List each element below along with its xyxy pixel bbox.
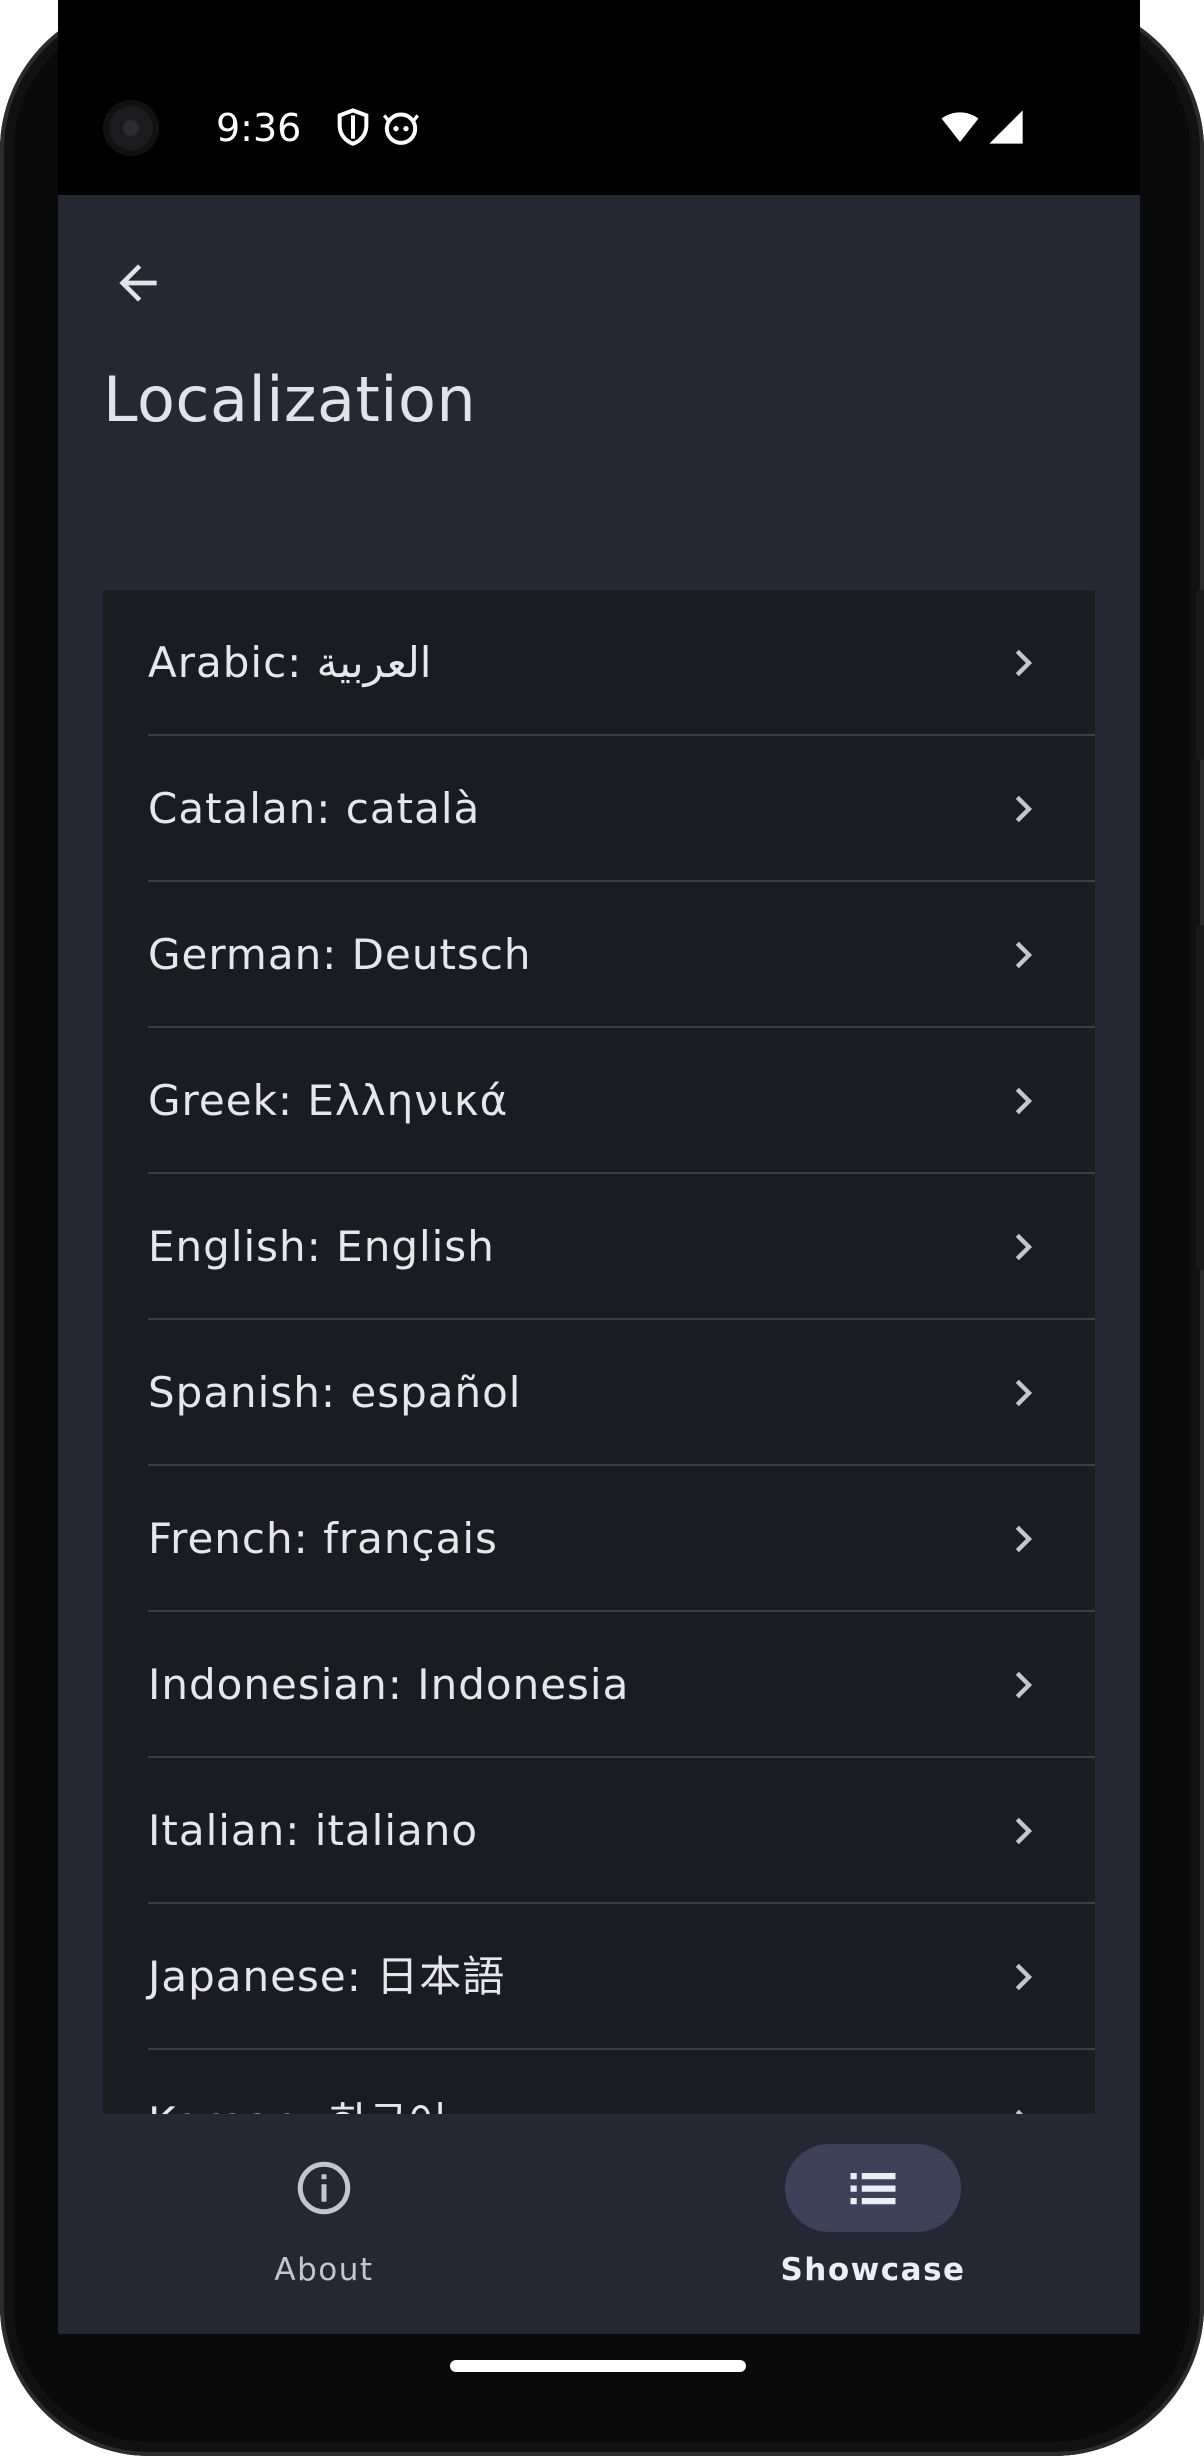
list-item-label: Japanese: 日本語 xyxy=(148,1952,506,2001)
shield-icon xyxy=(337,108,369,146)
nav-label-showcase: Showcase xyxy=(780,2252,966,2288)
nav-item-about[interactable]: About xyxy=(199,2144,449,2294)
wifi-icon xyxy=(941,112,979,142)
list-item-label: Catalan: català xyxy=(148,784,481,833)
chevron-right-icon xyxy=(1015,649,1033,677)
app-content: Localization Arabic: العربية Catalan: ca… xyxy=(58,195,1140,2334)
chevron-right-icon xyxy=(1015,1817,1033,1845)
chevron-right-icon xyxy=(1015,1525,1033,1553)
list-item-indonesian[interactable]: Indonesian: Indonesia xyxy=(103,1612,1095,1758)
chevron-right-icon xyxy=(1015,1671,1033,1699)
device-frame: 9:36 Localization Arabic: العربية Catala… xyxy=(0,0,1204,2456)
signal-icon xyxy=(989,110,1023,144)
list-item-label: Spanish: español xyxy=(148,1368,522,1417)
chevron-right-icon xyxy=(1015,1233,1033,1261)
info-icon xyxy=(297,2161,351,2215)
bottom-navigation: About Showcase xyxy=(58,2114,1140,2334)
nav-item-showcase[interactable]: Showcase xyxy=(748,2144,998,2294)
list-item-greek[interactable]: Greek: Ελληνικά xyxy=(103,1028,1095,1174)
list-item-label: English: English xyxy=(148,1222,495,1271)
list-item-english[interactable]: English: English xyxy=(103,1174,1095,1320)
list-item-german[interactable]: German: Deutsch xyxy=(103,882,1095,1028)
list-item-label: Korean: 한국어 xyxy=(148,2050,448,2114)
list-item-label: German: Deutsch xyxy=(148,930,532,979)
android-icon xyxy=(383,112,419,145)
language-list[interactable]: Arabic: العربية Catalan: català German: … xyxy=(103,590,1095,2114)
list-item-label: French: français xyxy=(148,1514,498,1563)
front-camera xyxy=(103,100,159,156)
status-time: 9:36 xyxy=(216,106,302,150)
list-item-label: Italian: italiano xyxy=(148,1806,479,1855)
home-indicator[interactable] xyxy=(450,2360,746,2372)
list-item-spanish[interactable]: Spanish: español xyxy=(103,1320,1095,1466)
list-item-japanese[interactable]: Japanese: 日本語 xyxy=(103,1904,1095,2050)
arrow-left-icon xyxy=(119,264,157,302)
list-item-label: Greek: Ελληνικά xyxy=(148,1076,509,1125)
back-button[interactable] xyxy=(98,243,178,323)
list-item-label: Arabic: العربية xyxy=(148,638,432,687)
power-button xyxy=(1196,590,1204,760)
chevron-right-icon xyxy=(1015,1963,1033,1991)
status-bar: 9:36 xyxy=(58,0,1140,195)
volume-button xyxy=(1196,925,1204,1270)
list-item-french[interactable]: French: français xyxy=(103,1466,1095,1612)
page-title: Localization xyxy=(103,363,477,436)
screen: 9:36 Localization Arabic: العربية Catala… xyxy=(58,0,1140,2334)
chevron-right-icon xyxy=(1015,795,1033,823)
chevron-right-icon xyxy=(1015,941,1033,969)
list-item-label: Indonesian: Indonesia xyxy=(148,1660,630,1709)
list-icon xyxy=(850,2173,896,2205)
list-item-arabic[interactable]: Arabic: العربية xyxy=(103,590,1095,736)
list-item-italian[interactable]: Italian: italiano xyxy=(103,1758,1095,1904)
chevron-right-icon xyxy=(1015,1379,1033,1407)
list-item-catalan[interactable]: Catalan: català xyxy=(103,736,1095,882)
nav-label-about: About xyxy=(274,2252,374,2288)
chevron-right-icon xyxy=(1015,2109,1024,2114)
chevron-right-icon xyxy=(1015,1087,1033,1115)
list-item-korean[interactable]: Korean: 한국어 xyxy=(103,2050,1095,2114)
